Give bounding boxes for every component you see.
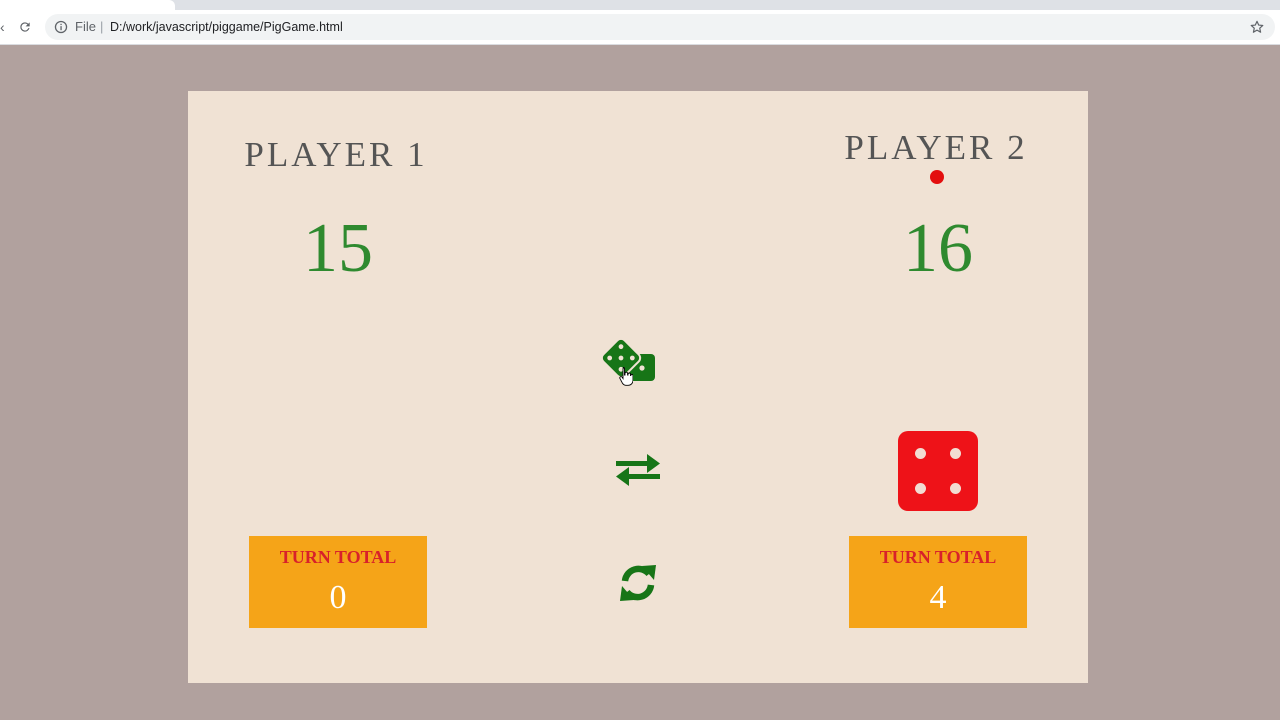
file-label: File	[75, 19, 96, 34]
game-board: PLAYER 1 PLAYER 2 15 16 TURN TOTAL 0 TUR…	[188, 91, 1088, 683]
die-pip	[950, 483, 961, 494]
separator: |	[100, 19, 104, 34]
reset-game-button[interactable]	[616, 561, 660, 605]
die-pip	[950, 448, 961, 459]
player2-turn-total-box: TURN TOTAL 4	[849, 536, 1027, 628]
address-bar[interactable]: File | D:/work/javascript/piggame/PigGam…	[45, 14, 1275, 40]
player1-turn-total-box: TURN TOTAL 0	[249, 536, 427, 628]
reset-icon	[620, 565, 656, 601]
active-tab[interactable]	[0, 0, 175, 10]
info-icon[interactable]	[54, 20, 68, 34]
dice-face	[898, 431, 978, 511]
hand-cursor-icon	[619, 367, 633, 386]
url-text[interactable]: D:/work/javascript/piggame/PigGame.html	[110, 19, 343, 35]
turn-total-label: TURN TOTAL	[279, 547, 397, 567]
back-arrow-icon[interactable]: ‹	[0, 19, 8, 35]
star-icon[interactable]	[1249, 19, 1265, 35]
tab-strip	[0, 0, 1280, 10]
player2-score: 16	[903, 210, 973, 287]
die-pip	[915, 483, 926, 494]
switch-player-button[interactable]	[613, 453, 663, 487]
die-pip	[915, 448, 926, 459]
reload-icon	[20, 22, 30, 32]
reload-button[interactable]	[14, 16, 36, 38]
switch-icon	[616, 454, 660, 486]
browser-toolbar: ‹ File | D:/work/javascript/piggame/PigG…	[0, 10, 1280, 45]
player1-name: PLAYER 1	[244, 135, 428, 174]
turn-total-value: 0	[329, 579, 347, 616]
player1-score: 15	[303, 210, 373, 287]
turn-total-label: TURN TOTAL	[879, 547, 997, 567]
active-player-indicator	[930, 170, 944, 184]
turn-total-value: 4	[929, 579, 947, 616]
player2-name: PLAYER 2	[844, 128, 1028, 167]
